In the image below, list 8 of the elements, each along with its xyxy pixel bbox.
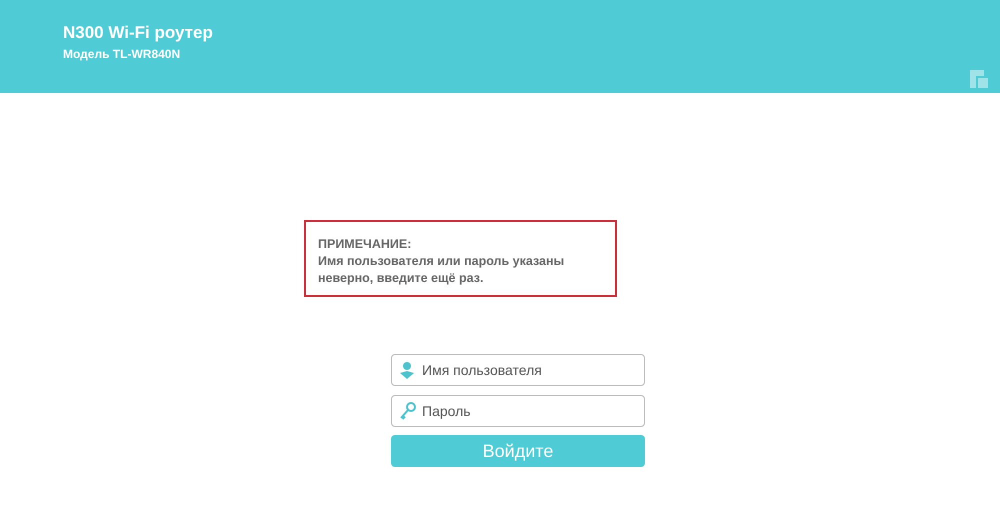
login-button[interactable]: Войдите (391, 435, 645, 467)
corner-icon (970, 70, 988, 88)
product-title: N300 Wi-Fi роутер (63, 23, 213, 43)
notice-heading: ПРИМЕЧАНИЕ: (318, 236, 412, 253)
model-name: Модель TL-WR840N (63, 47, 182, 61)
notice-message: Имя пользователя или пароль указаны неверно, введите ещё раз. (318, 253, 566, 287)
username-field[interactable]: Имя пользователя (391, 354, 645, 386)
password-field[interactable]: Пароль (391, 395, 645, 427)
